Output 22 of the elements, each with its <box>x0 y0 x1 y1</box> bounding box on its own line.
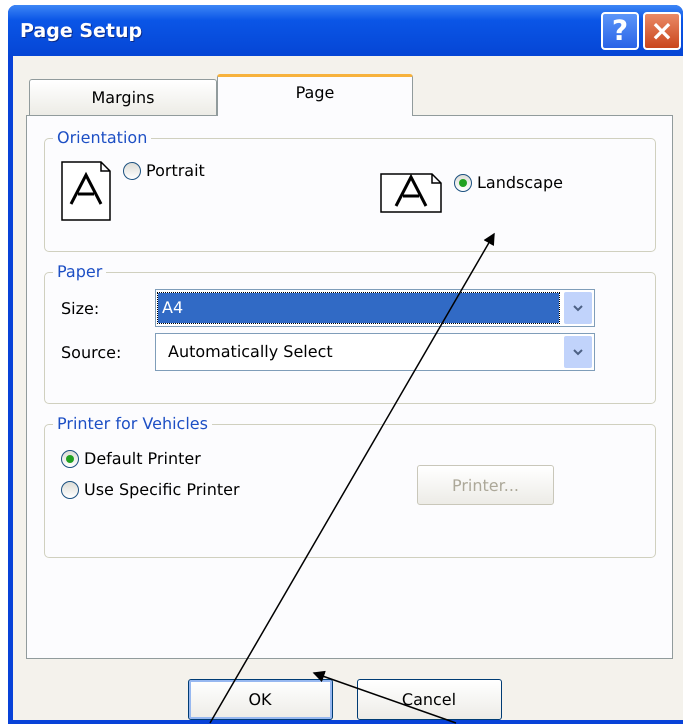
window-title: Page Setup <box>20 20 142 42</box>
tab[interactable]: Page <box>217 74 413 116</box>
radio-option[interactable]: Landscape <box>454 173 563 192</box>
help-button[interactable]: ? <box>601 12 639 50</box>
radio-option[interactable]: Default Printer <box>61 449 240 468</box>
radio-option[interactable]: Portrait <box>123 161 205 180</box>
field-label: Source: <box>61 342 122 362</box>
tab[interactable]: Margins <box>29 79 217 115</box>
landscape-page-icon <box>380 173 442 213</box>
field-label: Size: <box>61 298 100 318</box>
ok-button[interactable]: OK <box>188 679 332 720</box>
radio-button[interactable] <box>61 480 79 498</box>
radio-button[interactable] <box>61 450 79 468</box>
close-button[interactable]: × <box>643 12 681 50</box>
group-title: Paper <box>53 262 106 281</box>
radio-button[interactable] <box>123 162 141 180</box>
dropdown[interactable]: A4 <box>155 289 595 327</box>
radio-button[interactable] <box>454 174 472 192</box>
radio-option[interactable]: Use Specific Printer <box>61 480 240 499</box>
cancel-button[interactable]: Cancel <box>356 679 502 720</box>
dropdown[interactable]: Automatically Select <box>155 333 595 371</box>
portrait-page-icon <box>61 161 111 221</box>
